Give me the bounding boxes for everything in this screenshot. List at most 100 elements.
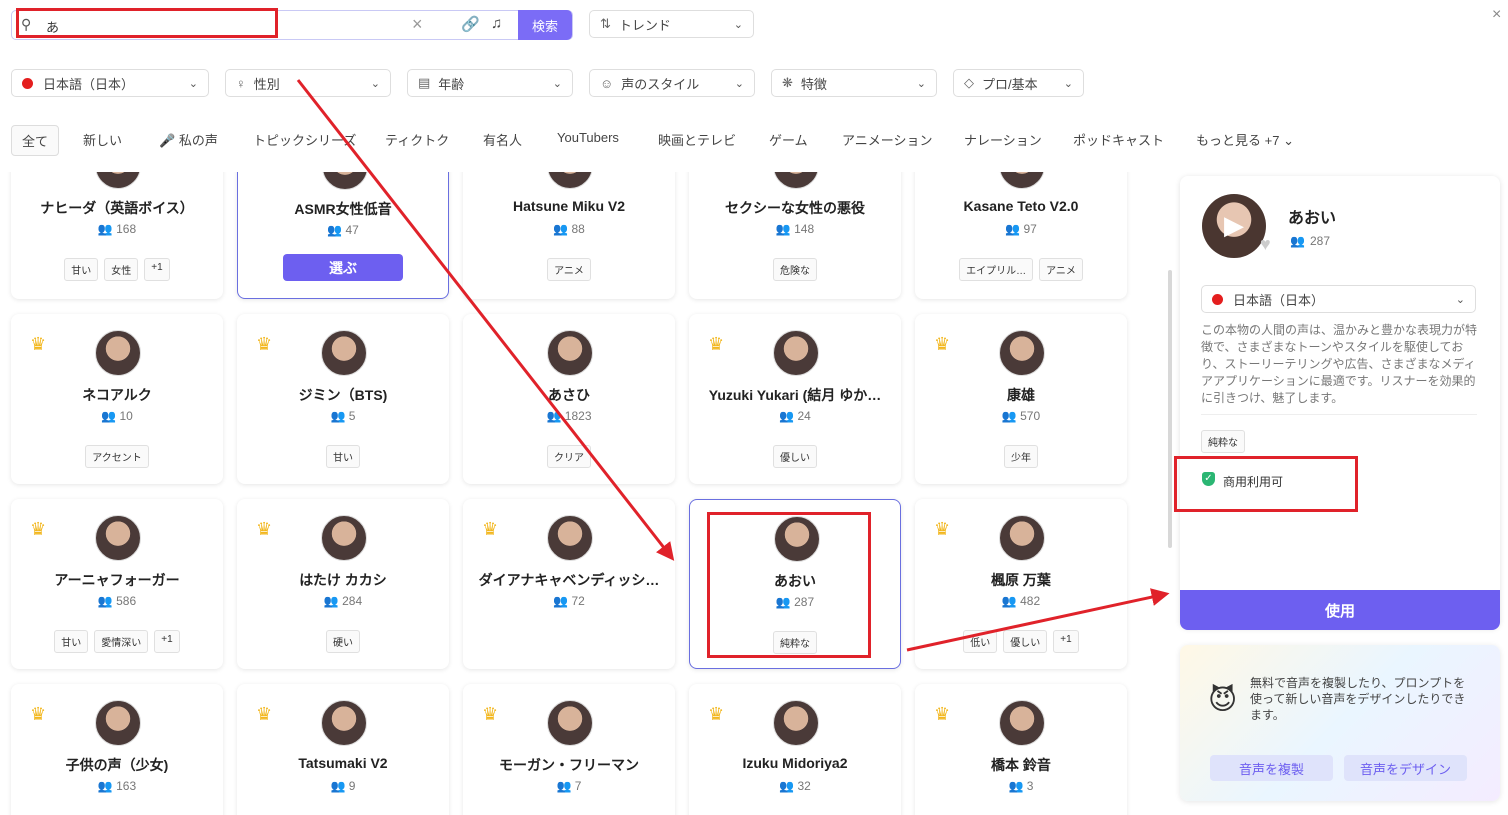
chevron-down-icon: ⌄ [370,77,380,90]
voice-card[interactable]: ♛ モーガン・フリーマン 👥 7 [463,684,675,815]
avatar[interactable] [999,172,1045,189]
tag-list: 甘い [237,445,449,468]
voice-card[interactable]: ♛ ジミン（BTS) 👥 5 甘い [237,314,449,484]
panel-language-select[interactable]: 日本語（日本） ⌄ [1201,285,1476,313]
filter-features[interactable]: ❋ 特徴 ⌄ [771,69,937,97]
filter-pro-basic[interactable]: ◇ プロ/基本 ⌄ [953,69,1084,97]
user-count: 👥 10 [11,409,223,423]
voice-card[interactable]: ♛ Tatsumaki V2 👥 9 [237,684,449,815]
voice-tag: 硬い [326,630,360,653]
heart-icon[interactable]: ♥ [1260,234,1271,255]
avatar[interactable] [773,330,819,376]
voice-name: アーニャフォーガー [54,572,180,588]
avatar[interactable] [95,700,141,746]
filter-age[interactable]: ▤ 年齢 ⌄ [407,69,573,97]
tab-my-voice[interactable]: 🎤 私の声 [159,130,218,149]
user-count: 👥 163 [11,779,223,793]
use-button[interactable]: 使用 [1180,590,1500,630]
voice-card[interactable]: ナヒーダ（英語ボイス） 👥 168 甘い 女性 +1 [11,172,223,299]
avatar[interactable] [547,700,593,746]
user-count: 👥 482 [915,594,1127,608]
tab-new[interactable]: 新しい [83,130,122,149]
avatar[interactable] [773,700,819,746]
voice-card[interactable]: ♛ アーニャフォーガー 👥 586 甘い 愛情深い +1 [11,499,223,669]
voice-card[interactable]: ASMR女性低音 👥 47 選ぶ [237,172,449,299]
voice-card[interactable]: ♛ 橋本 鈴音 👥 3 [915,684,1127,815]
voice-card[interactable]: ♛ 康雄 👥 570 少年 [915,314,1127,484]
sort-dropdown[interactable]: ⇅ トレンド ⌄ [589,10,754,38]
avatar[interactable] [999,330,1045,376]
play-icon[interactable]: ▶ [1224,210,1244,241]
avatar[interactable] [95,330,141,376]
avatar[interactable] [321,700,367,746]
promo-card: 😈 無料で音声を複製したり、プロンプトを使って新しい音声をデザインしたりできます… [1180,645,1500,801]
voice-card[interactable]: Kasane Teto V2.0 👥 97 エイプリル… アニメ [915,172,1127,299]
avatar[interactable] [321,330,367,376]
avatar[interactable]: ▶ [1202,194,1266,258]
voice-name: ダイアナキャベンディッシ… [478,572,660,588]
close-icon[interactable]: × [1492,6,1501,24]
tab-narration[interactable]: ナレーション [964,130,1042,149]
clone-voice-button[interactable]: 音声を複製 [1210,755,1333,781]
avatar[interactable] [547,515,593,561]
voice-card[interactable]: ♛ はたけ カカシ 👥 284 硬い [237,499,449,669]
voice-name: 楓原 万葉 [991,572,1051,588]
voice-card[interactable]: ♛ ダイアナキャベンディッシ… 👥 72 [463,499,675,669]
avatar[interactable] [322,172,368,190]
crown-icon: ♛ [30,704,47,724]
link-icon[interactable]: 🔗 [461,15,480,33]
voice-card[interactable]: ♛ Yuzuki Yukari (結月 ゆか… 👥 24 優しい [689,314,901,484]
count-value: 284 [342,594,363,608]
tab-podcast[interactable]: ポッドキャスト [1073,130,1164,149]
tab-tiktok[interactable]: ティクトク [385,130,449,149]
select-button[interactable]: 選ぶ [283,254,403,281]
count-value: 482 [1020,594,1041,608]
tab-movies-tv[interactable]: 映画とテレビ [658,130,736,149]
voice-card[interactable]: ♛ 子供の声（少女) 👥 163 [11,684,223,815]
scrollbar[interactable] [1168,270,1172,548]
filter-gender[interactable]: ♀ 性別 ⌄ [225,69,391,97]
filter-language[interactable]: 日本語（日本） ⌄ [11,69,209,97]
avatar[interactable] [547,172,593,189]
music-note-icon[interactable]: ♫ [491,15,502,32]
crown-icon: ♛ [256,704,273,724]
clear-icon[interactable]: × [412,14,423,35]
avatar[interactable] [547,330,593,376]
avatar[interactable] [321,515,367,561]
voice-name: ネコアルク [82,387,152,403]
voice-name: Izuku Midoriya2 [742,755,848,771]
category-tabs: 全て 新しい 🎤 私の声 トピックシリーズ ティクトク 有名人 YouTuber… [11,125,1311,156]
tab-games[interactable]: ゲーム [769,130,808,149]
voice-tag: 優しい [773,445,817,468]
tab-celebrities[interactable]: 有名人 [483,130,522,149]
tab-more[interactable]: もっと見る +7 ⌄ [1196,130,1294,149]
filter-voice-style[interactable]: ☺ 声のスタイル ⌄ [589,69,755,97]
search-button[interactable]: 検索 [518,10,572,40]
tag-list: エイプリル… アニメ [915,258,1127,281]
users-icon: 👥 [779,779,795,793]
filter-label: プロ/基本 [982,76,1038,92]
tab-animation[interactable]: アニメーション [842,130,932,149]
design-voice-button[interactable]: 音声をデザイン [1344,755,1467,781]
avatar[interactable] [95,172,141,189]
avatar[interactable] [999,515,1045,561]
voice-card[interactable]: セクシーな女性の悪役 👥 148 危険な [689,172,901,299]
avatar[interactable] [999,700,1045,746]
voice-card[interactable]: Hatsune Miku V2 👥 88 アニメ [463,172,675,299]
users-icon: 👥 [775,222,791,236]
voice-name: 橋本 鈴音 [991,757,1051,773]
voice-card[interactable]: ♛ 楓原 万葉 👥 482 低い 優しい +1 [915,499,1127,669]
user-count: 👥 3 [915,779,1127,793]
avatar[interactable] [95,515,141,561]
count-value: 24 [797,409,811,423]
voice-card[interactable]: ♛ Izuku Midoriya2 👥 32 [689,684,901,815]
voice-name: モーガン・フリーマン [499,757,639,773]
tab-youtubers[interactable]: YouTubers [557,130,619,145]
voice-card[interactable]: あさひ 👥 1823 クリア [463,314,675,484]
tab-all[interactable]: 全て [11,125,60,156]
count-value: 586 [116,594,137,608]
avatar[interactable] [773,172,819,189]
user-count: 👥 148 [689,222,901,236]
tab-topic-series[interactable]: トピックシリーズ [253,130,356,149]
voice-card[interactable]: ♛ ネコアルク 👥 10 アクセント [11,314,223,484]
